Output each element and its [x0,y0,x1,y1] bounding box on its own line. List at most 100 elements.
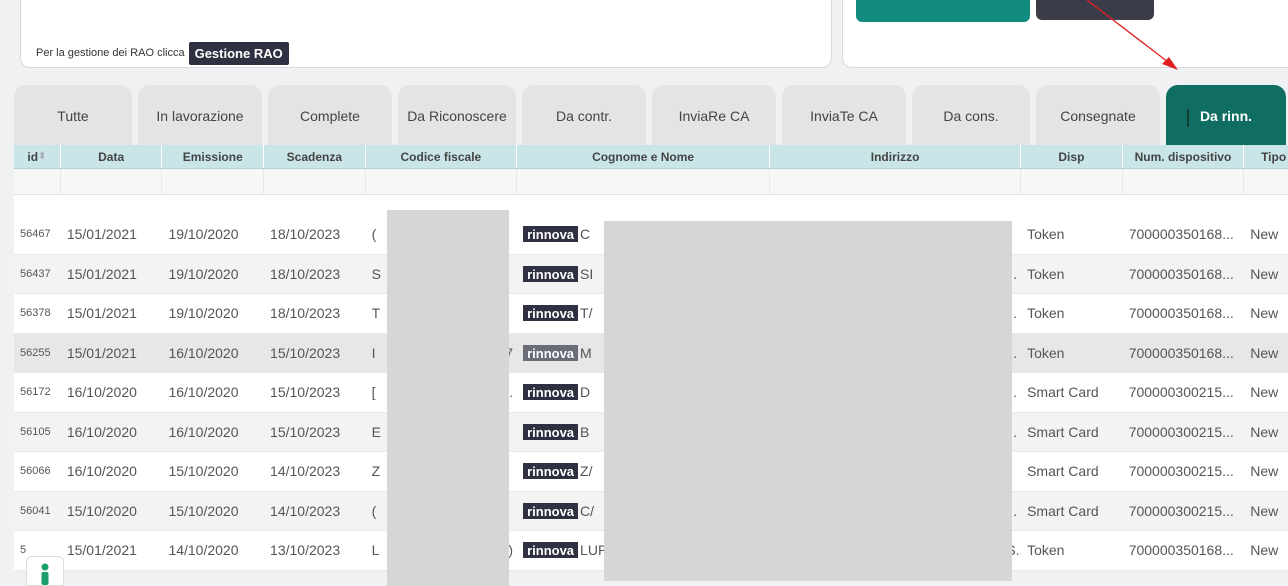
filter-input[interactable] [1021,169,1123,194]
cell-num: 700000350168... [1128,305,1234,322]
column-header-tipo[interactable]: Tipo [1244,145,1288,168]
column-header-emissione[interactable]: Emissione [162,145,265,168]
chat-widget-button[interactable] [26,556,64,586]
rinnova-button[interactable]: rinnova [523,463,579,480]
cell-cf-end: ) [508,542,514,559]
rinnova-button[interactable]: rinnova [523,384,579,401]
cell-emissione: 19/10/2020 [168,305,239,322]
column-header-disp[interactable]: Disp [1021,145,1123,168]
cell-scadenza: 18/10/2023 [270,305,341,322]
tab-inviare-ca[interactable]: InviaRe CA [652,85,776,146]
person-icon [41,563,49,585]
cell-nome-text: SI [580,265,594,282]
rao-text: Per la gestione dei RAO clicca [36,47,185,59]
cell-cf-end: . [509,384,514,401]
primary-action-button[interactable] [856,0,1030,22]
tab-consegnate[interactable]: Consegnate [1036,85,1160,146]
cell-num: 700000300215... [1128,423,1234,440]
cell-id: 56437 [20,267,51,280]
column-header-cognome-e-nome[interactable]: Cognome e Nome [517,145,771,168]
cell-id: 56255 [20,346,51,359]
cell-emissione: 19/10/2020 [168,226,239,243]
cell-num: 700000300215... [1128,502,1234,519]
cell-tipo: New [1250,226,1279,243]
cell-tipo: New [1250,305,1279,322]
cell-nome-text: C/ [580,502,595,519]
tab-da-contr[interactable]: Da contr. [522,85,646,146]
cell-num: 700000300215... [1128,463,1234,480]
cell-tipo: New [1250,384,1279,401]
rinnova-button[interactable]: rinnova [523,265,579,282]
column-header-scadenza[interactable]: Scadenza [264,145,366,168]
tab-tutte[interactable]: Tutte [14,85,132,146]
tab-inviate-ca[interactable]: InviaTe CA [782,85,906,146]
rinnova-button[interactable]: rinnova [523,423,579,440]
cell-disp: Token [1027,305,1065,322]
cell-data: 15/01/2021 [66,226,137,243]
tab-da-rinn[interactable]: Da rinn. [1166,85,1286,146]
filter-input[interactable] [162,169,265,194]
cell-scadenza: 18/10/2023 [270,226,341,243]
tab-in-lavorazione[interactable]: In lavorazione [138,85,262,146]
cell-emissione: 14/10/2020 [168,542,239,559]
cell-scadenza: 15/10/2023 [270,423,341,440]
cell-emissione: 16/10/2020 [168,344,239,361]
rinnova-button[interactable]: rinnova [523,502,579,519]
table-header: id ⬍ Data Emissione Scadenza Codice fiscale C… [14,145,1288,169]
column-header-indirizzo[interactable]: Indirizzo [770,145,1022,168]
cell-disp: Smart Card [1027,502,1099,519]
filter-input[interactable] [365,169,518,194]
column-header-num-dispositivo[interactable]: Num. dispositivo [1123,145,1245,168]
tab-da-cons[interactable]: Da cons. [912,85,1030,146]
tab-da-riconoscere[interactable]: Da Riconoscere [398,85,516,146]
cell-id: 56172 [20,386,51,399]
cell-cf-start: ( [371,502,377,519]
tab-complete[interactable]: Complete [268,85,392,146]
filter-input[interactable] [770,169,1022,194]
filter-input[interactable] [60,169,163,194]
cell-data: 15/01/2021 [66,344,137,361]
cell-nome-text: B [580,423,590,440]
filter-input[interactable] [517,169,771,194]
cell-data: 16/10/2020 [66,423,137,440]
rinnova-button[interactable]: rinnova [523,305,579,322]
cell-nome-text: M [580,344,592,361]
cell-disp: Smart Card [1027,384,1099,401]
gestione-rao-button[interactable]: Gestione RAO [188,41,289,65]
cell-scadenza: 14/10/2023 [270,463,341,480]
sort-icon[interactable]: ⬍ [38,151,46,162]
cell-id: 56467 [20,228,51,241]
filter-input[interactable] [1244,169,1288,194]
cell-data: 15/10/2020 [66,502,137,519]
filter-input[interactable] [264,169,366,194]
cell-tipo: New [1250,344,1279,361]
cell-emissione: 19/10/2020 [168,265,239,282]
column-header-label: id [27,149,39,164]
cell-cf-start: ( [371,226,377,243]
cell-disp: Token [1027,344,1065,361]
cell-cf-start: I [371,344,376,361]
cell-emissione: 15/10/2020 [168,463,239,480]
rinnova-button[interactable]: rinnova [523,344,579,361]
rinnova-button[interactable]: rinnova [523,226,579,243]
cell-scadenza: 15/10/2023 [270,384,341,401]
cell-tipo: New [1250,265,1279,282]
cell-nome-text: T/ [580,305,593,322]
filter-input[interactable] [1122,169,1245,194]
cell-nome-text: C [580,226,591,243]
column-header-codice-fiscale[interactable]: Codice fiscale [366,145,518,168]
column-header-id[interactable]: id ⬍ [14,145,61,168]
column-header-data[interactable]: Data [61,145,163,168]
cell-disp: Token [1027,542,1065,559]
cell-data: 15/01/2021 [66,265,137,282]
cell-cf-start: L [371,542,380,559]
secondary-action-button[interactable] [1036,0,1154,20]
filter-input[interactable] [14,169,61,194]
cell-disp: Token [1027,226,1065,243]
cell-cf-start: E [371,423,381,440]
cell-id: 5 [20,544,27,557]
cell-emissione: 16/10/2020 [168,384,239,401]
redacted-block [387,210,509,586]
rinnova-button[interactable]: rinnova [523,542,579,559]
cell-cf-start: [ [371,384,376,401]
